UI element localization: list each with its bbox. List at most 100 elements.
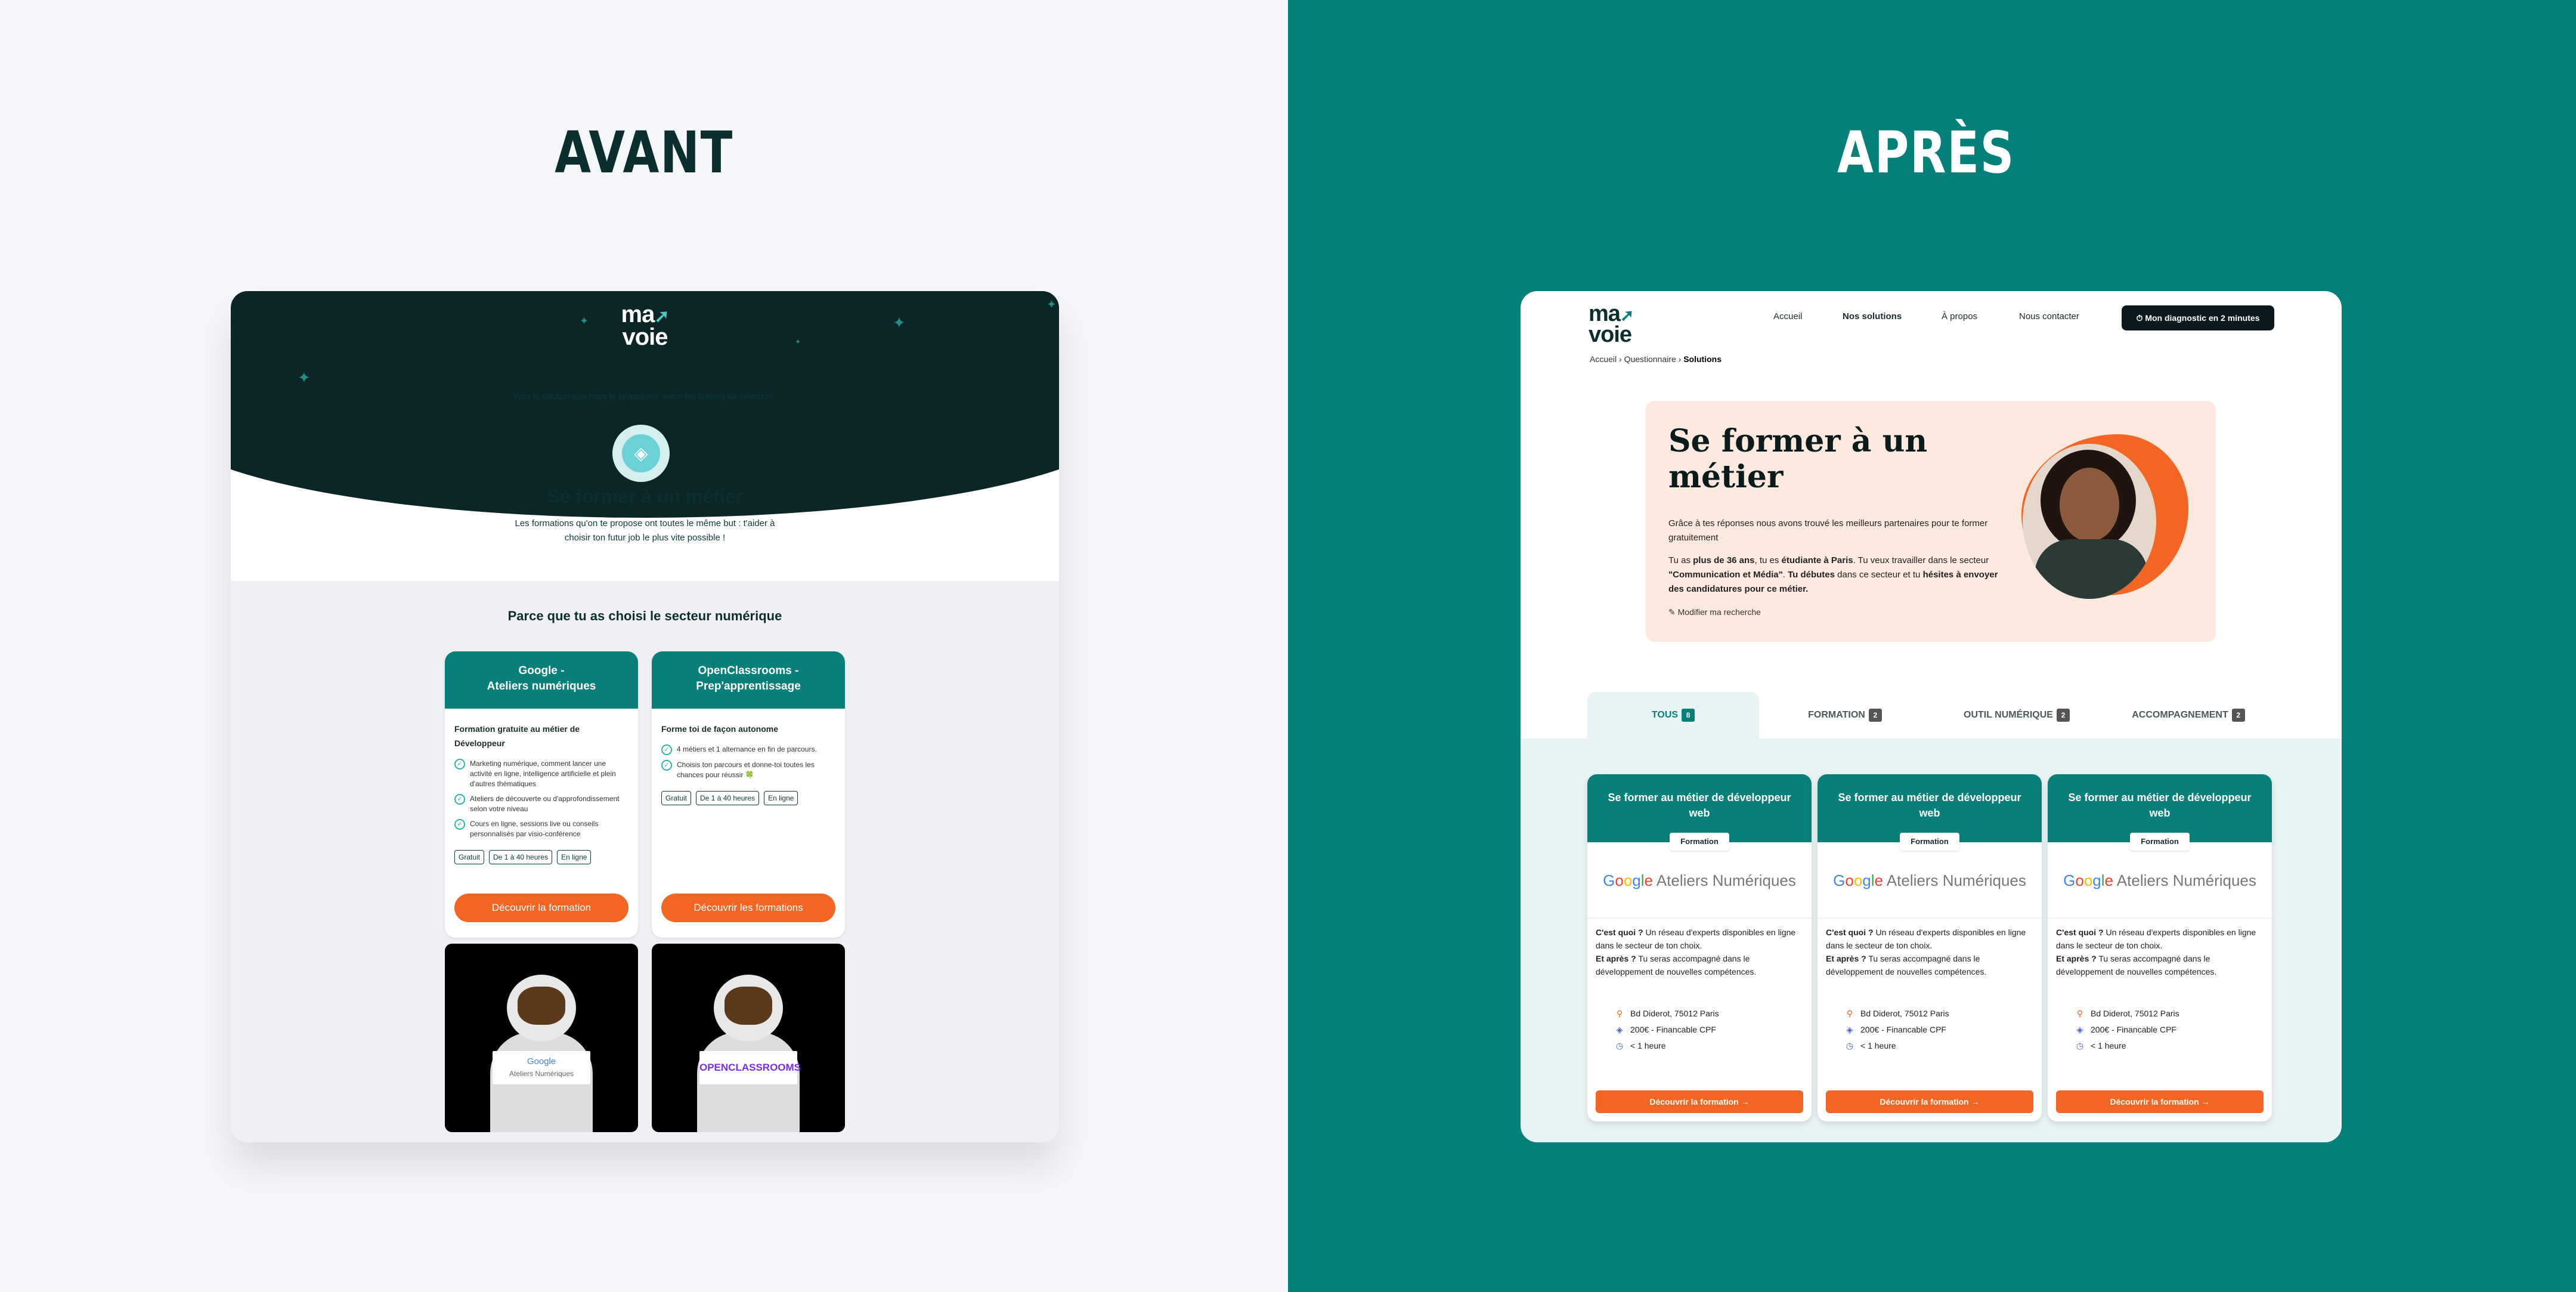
avant-card-tags: Gratuit De 1 à 40 heures En ligne (652, 785, 845, 805)
text-bold: Tu débutes (1788, 570, 1835, 580)
partner-logo: Google Ateliers Numériques (2048, 842, 2272, 919)
hero-paragraph-2: Tu as plus de 36 ans, tu es étudiante à … (1668, 554, 2002, 596)
bullet-item: ✓ Ateliers de découverte ou d'approfondis… (454, 794, 628, 814)
tab-tous[interactable]: TOUS 8 (1587, 692, 1759, 738)
meta-price: ◈ 200€ - Financable CPF (2075, 1022, 2272, 1038)
chevron-right-icon: › (1678, 354, 1684, 364)
apres-hero: Se former à un métier Grâce à tes répons… (1646, 401, 2216, 642)
breadcrumb-item[interactable]: Accueil (1590, 354, 1617, 364)
discover-training-button[interactable]: Découvrir la formation (454, 894, 628, 922)
nav-nos-solutions[interactable]: Nos solutions (1843, 311, 1902, 322)
nav-accueil[interactable]: Accueil (1773, 311, 1802, 322)
avant-logo[interactable]: ma➚ voie (231, 302, 1059, 349)
tab-count: 2 (1868, 708, 1882, 722)
diagnostic-button[interactable]: ⏱ Mon diagnostic en 2 minutes (2122, 305, 2274, 330)
astronaut-visor (724, 987, 772, 1025)
discover-training-button[interactable]: Découvrir la formation → (1826, 1090, 2033, 1113)
text: , tu es (1754, 555, 1782, 565)
arrow-right-icon: → (1968, 1097, 1980, 1106)
tab-label: ACCOMPAGNEMENT (2132, 710, 2228, 720)
tab-label: TOUS (1651, 710, 1679, 720)
partner-logo: Google Ateliers Numériques (1818, 842, 2042, 919)
tag-icon: ◈ (1616, 1025, 1623, 1034)
text-bold: plus de 36 ans (1693, 555, 1755, 565)
card-title-line: OpenClassrooms - (698, 664, 799, 677)
tab-count: 2 (2056, 708, 2070, 722)
tab-formation[interactable]: FORMATION 2 (1759, 692, 1931, 738)
category-badge: Formation (1670, 833, 1729, 851)
card-title-line: Ateliers numériques (487, 680, 596, 693)
tag: Gratuit (661, 791, 692, 805)
astronaut-image: Google Ateliers Numériques (445, 944, 638, 1132)
avant-card-tags: Gratuit De 1 à 40 heures En ligne (445, 844, 638, 864)
bullet-text: Cours en ligne, sessions live ou conseil… (470, 820, 599, 838)
meta-price: ◈ 200€ - Financable CPF (1845, 1022, 2042, 1038)
question-label: Et après ? (1596, 954, 1636, 963)
comparison-stage: AVANT APRÈS ✦ ✦ ✦ ✦ ✦ ma➚ voie Voici la s… (0, 0, 2576, 1292)
meta-text: 200€ - Financable CPF (1860, 1025, 1946, 1034)
apres-mockup: ma➚ voie Accueil Nos solutions À propos N… (1521, 291, 2342, 1142)
google-wordmark: Google (1603, 871, 1653, 889)
meta-duration: ◷ < 1 heure (1845, 1038, 2042, 1054)
edit-search-link[interactable]: ✎ Modifier ma recherche (1668, 607, 1761, 617)
button-label: Découvrir la formation (2110, 1097, 2199, 1106)
nav-nous-contacter[interactable]: Nous contacter (2019, 311, 2079, 322)
arrow-right-icon: → (1738, 1097, 1750, 1106)
card-title-line: Prep'apprentissage (696, 680, 801, 693)
avant-title: Se former à un métier (547, 486, 743, 507)
meta-price: ◈ 200€ - Financable CPF (1615, 1022, 1812, 1038)
partner-name: Ateliers Numériques (2113, 871, 2256, 889)
discover-trainings-button[interactable]: Découvrir les formations (661, 894, 835, 922)
avant-card-header: Google - Ateliers numériques (445, 651, 638, 709)
text-bold: étudiante à Paris (1781, 555, 1853, 565)
star-icon: ✦ (298, 369, 311, 387)
card-title-line: Google - (518, 664, 565, 677)
meta-location: ⚲ Bd Diderot, 75012 Paris (2075, 1006, 2272, 1022)
nav-a-propos[interactable]: À propos (1942, 311, 1977, 322)
tab-count: 8 (1682, 708, 1695, 722)
tag: En ligne (764, 791, 798, 805)
solution-card-title: Se former au métier de développeur web (2048, 774, 2272, 842)
avant-card-bullets: ✓ 4 métiers et 1 alternance en fin de par… (652, 736, 845, 780)
solution-card-title: Se former au métier de développeur web (1587, 774, 1812, 842)
apres-logo[interactable]: ma➚ voie (1589, 302, 1634, 347)
tab-outil-numerique[interactable]: OUTIL NUMÉRIQUE 2 (1931, 692, 2103, 738)
meta-text: 200€ - Financable CPF (1630, 1025, 1716, 1034)
meta-text: Bd Diderot, 75012 Paris (2091, 1009, 2179, 1018)
button-label: Découvrir la formation (1649, 1097, 1739, 1106)
logo-text-bottom: voie (1589, 322, 1632, 347)
breadcrumb-item[interactable]: Questionnaire (1624, 354, 1676, 364)
meta-text: < 1 heure (2091, 1041, 2126, 1050)
partner-name: Ateliers Numériques (1883, 871, 2026, 889)
hero-paragraph-1: Grâce à tes réponses nous avons trouvé l… (1668, 518, 1988, 543)
target-icon: ◈ (622, 434, 660, 472)
tab-label: FORMATION (1808, 710, 1865, 720)
tag-icon: ◈ (1846, 1025, 1853, 1034)
tab-label: OUTIL NUMÉRIQUE (1964, 710, 2053, 720)
avant-card: Google - Ateliers numériques Formation gr… (445, 651, 638, 938)
meta-text: < 1 heure (1630, 1041, 1666, 1050)
clock-icon: ◷ (2076, 1041, 2084, 1050)
avant-badge: ◈ (612, 425, 670, 482)
check-icon: ✓ (454, 794, 465, 805)
discover-training-button[interactable]: Découvrir la formation → (2056, 1090, 2264, 1113)
text: Tu as (1668, 555, 1693, 565)
tab-accompagnement[interactable]: ACCOMPAGNEMENT 2 (2103, 692, 2274, 738)
astronaut-visor (518, 987, 565, 1025)
tag: Gratuit (454, 850, 485, 864)
bullet-item: ✓ Cours en ligne, sessions live ou consei… (454, 819, 628, 839)
clock-icon: ◷ (1846, 1041, 1854, 1050)
tag: De 1 à 40 heures (696, 791, 760, 805)
google-sign: Google Ateliers Numériques (493, 1051, 590, 1084)
location-pin-icon: ⚲ (1616, 1009, 1623, 1018)
discover-training-button[interactable]: Découvrir la formation → (1596, 1090, 1803, 1113)
question-label: C'est quoi ? (1596, 928, 1643, 937)
solution-meta: ⚲ Bd Diderot, 75012 Paris ◈ 200€ - Financa… (2048, 978, 2272, 1054)
tag: De 1 à 40 heures (489, 850, 553, 864)
openclassrooms-sign: OPENCLASSROOMS (699, 1051, 801, 1084)
avant-card: OpenClassrooms - Prep'apprentissage Forme… (652, 651, 845, 938)
solution-meta: ⚲ Bd Diderot, 75012 Paris ◈ 200€ - Financa… (1818, 978, 2042, 1054)
meta-duration: ◷ < 1 heure (1615, 1038, 1812, 1054)
astronaut-image: OPENCLASSROOMS (652, 944, 845, 1132)
question-label: C'est quoi ? (2056, 928, 2104, 937)
